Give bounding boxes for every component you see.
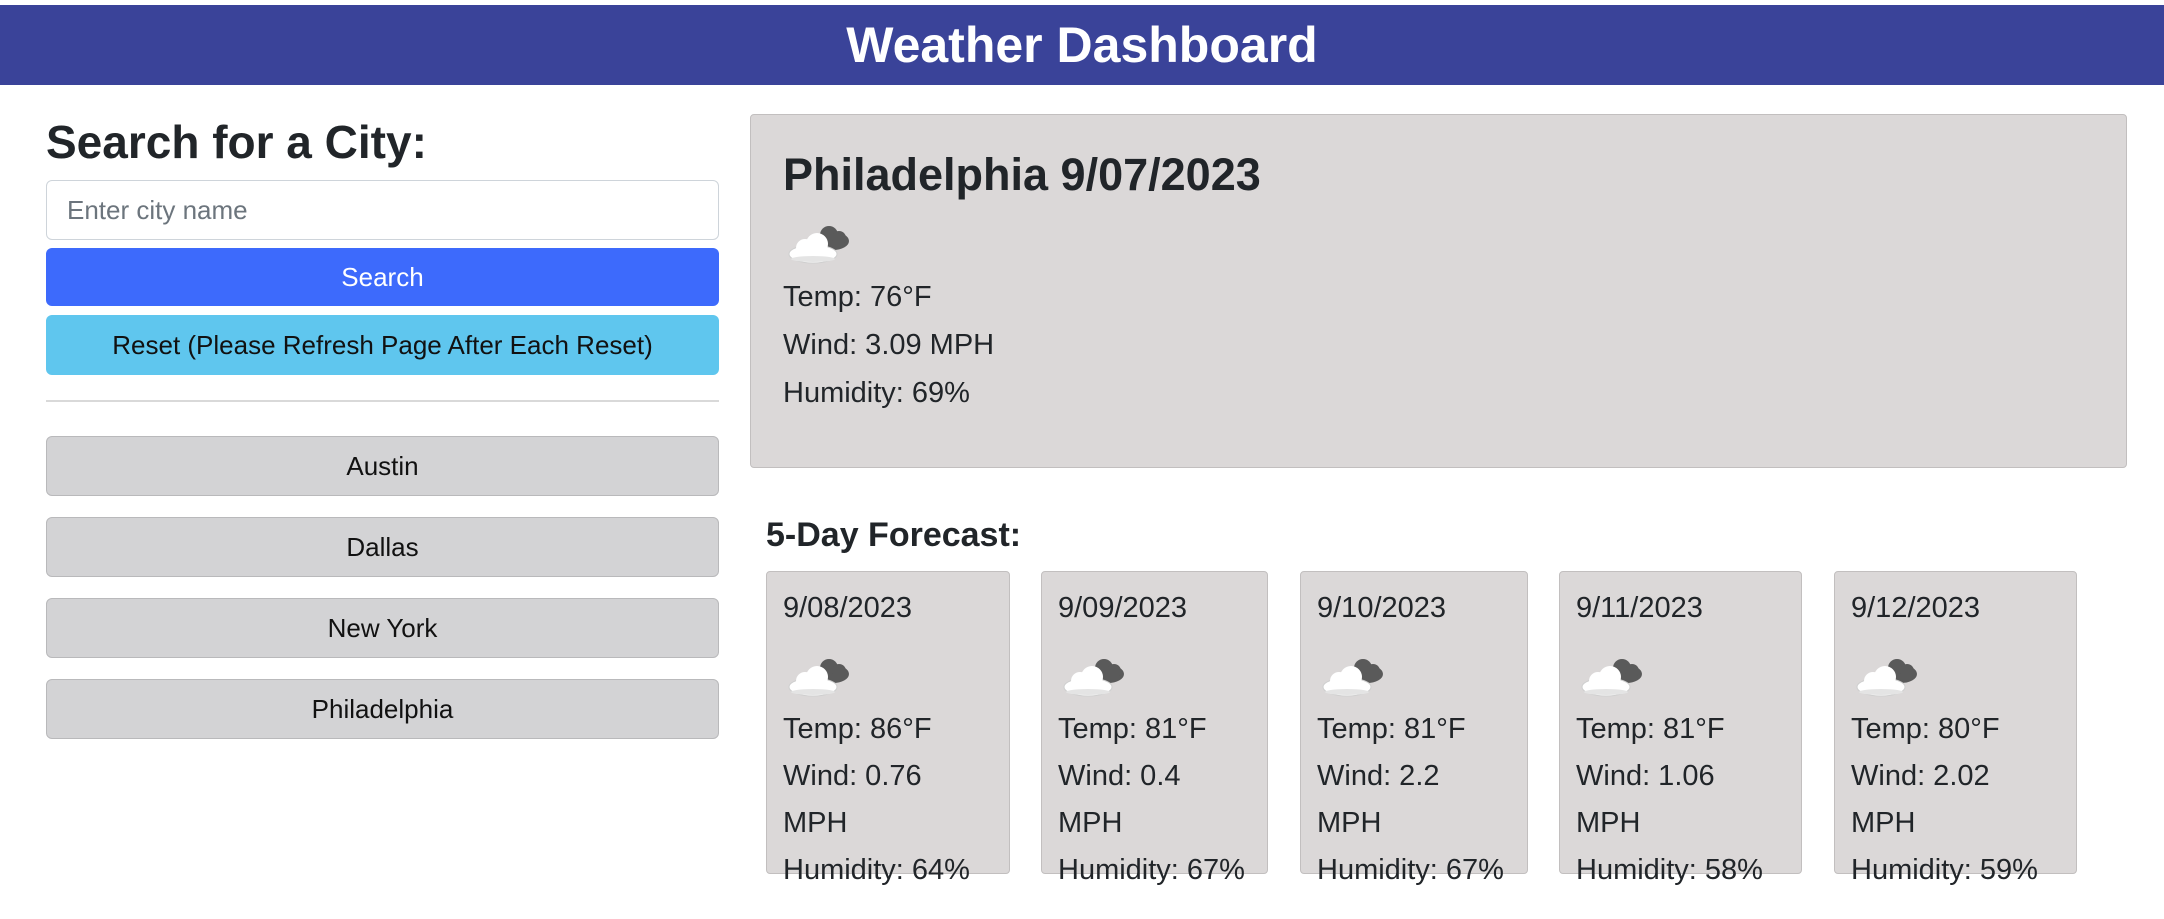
forecast-card: 9/10/2023 Temp: 81°F Wind: 2.2 MPH Humid… [1300,571,1528,886]
forecast-card: 9/11/2023 Temp: 81°F Wind: 1.06 MPH Humi… [1559,571,1802,886]
forecast-humidity: Humidity: 67% [1058,854,1245,886]
current-weather-card: Philadelphia 9/07/2023 Temp: 76°F Wind: … [750,114,2127,468]
history-city-button[interactable]: Philadelphia [46,679,719,739]
forecast-humidity: Humidity: 67% [1317,854,1504,886]
current-temp: Temp: 76°F [783,281,932,313]
forecast-wind: Wind: 2.2 MPH [1317,760,1440,839]
current-wind: Wind: 3.09 MPH [783,329,995,361]
forecast-date: 9/12/2023 [1851,592,1981,624]
forecast-temp: Temp: 81°F [1576,713,1725,745]
current-city-title: Philadelphia 9/07/2023 [783,149,1261,200]
forecast-temp: Temp: 81°F [1058,713,1207,745]
divider [46,400,719,402]
forecast-wind: Wind: 1.06 MPH [1576,760,1715,839]
city-search-input[interactable] [46,180,719,240]
page-header: Weather Dashboard [0,5,2164,85]
cloud-icon [1851,654,1923,700]
forecast-temp: Temp: 81°F [1317,713,1466,745]
forecast-humidity: Humidity: 64% [783,854,970,886]
forecast-temp: Temp: 80°F [1851,713,2000,745]
cloud-icon [783,221,855,267]
cloud-icon [1058,654,1130,700]
cloud-icon [783,654,855,700]
forecast-date: 9/11/2023 [1576,592,1703,624]
forecast-card: 9/08/2023 Temp: 86°F Wind: 0.76 MPH Humi… [766,571,1010,886]
reset-button[interactable]: Reset (Please Refresh Page After Each Re… [46,315,719,375]
forecast-date: 9/08/2023 [783,592,913,624]
forecast-wind: Wind: 2.02 MPH [1851,760,1990,839]
history-city-button[interactable]: New York [46,598,719,658]
cloud-icon [1576,654,1648,700]
search-history-list: Austin Dallas New York Philadelphia [46,436,719,760]
cloud-icon [1317,654,1389,700]
history-city-button[interactable]: Dallas [46,517,719,577]
forecast-card: 9/12/2023 Temp: 80°F Wind: 2.02 MPH Humi… [1834,571,2077,886]
forecast-wind: Wind: 0.76 MPH [783,760,922,839]
forecast-wind: Wind: 0.4 MPH [1058,760,1181,839]
search-heading: Search for a City: [46,116,427,168]
page-title: Weather Dashboard [846,17,1318,73]
search-panel: Search for a City: Search Reset (Please … [46,110,719,739]
forecast-date: 9/10/2023 [1317,592,1447,624]
forecast-temp: Temp: 86°F [783,713,932,745]
forecast-heading: 5-Day Forecast: [766,516,1022,554]
search-button[interactable]: Search [46,248,719,306]
forecast-humidity: Humidity: 58% [1576,854,1763,886]
forecast-date: 9/09/2023 [1058,592,1188,624]
current-humidity: Humidity: 69% [783,377,970,409]
history-city-button[interactable]: Austin [46,436,719,496]
forecast-humidity: Humidity: 59% [1851,854,2038,886]
forecast-card: 9/09/2023 Temp: 81°F Wind: 0.4 MPH Humid… [1041,571,1268,886]
